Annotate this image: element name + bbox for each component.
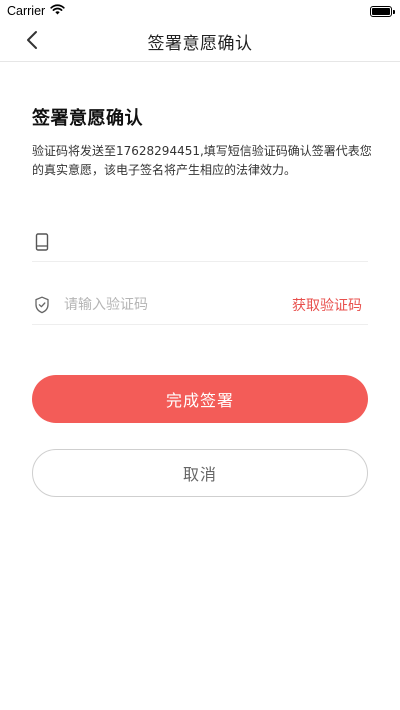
battery-icon	[370, 5, 395, 17]
status-bar: Carrier	[0, 0, 400, 22]
back-button[interactable]	[18, 28, 46, 56]
nav-title: 签署意愿确认	[147, 34, 253, 54]
chevron-left-icon	[25, 30, 39, 54]
shield-icon	[32, 295, 52, 315]
complete-signing-button[interactable]: 完成签署	[32, 375, 368, 423]
wifi-icon	[50, 4, 65, 18]
navigation-bar: 签署意愿确认	[0, 22, 400, 62]
phone-input[interactable]	[64, 233, 368, 250]
page-heading: 签署意愿确认	[32, 108, 143, 129]
cancel-button[interactable]: 取消	[32, 449, 368, 497]
carrier-label: Carrier	[7, 4, 46, 18]
phone-field-row	[32, 222, 368, 262]
get-code-button[interactable]: 获取验证码	[292, 295, 362, 315]
status-left: Carrier	[7, 4, 65, 18]
description-text: 验证码将发送至17628294451,填写短信验证码确认签署代表您的真实意愿，该…	[32, 144, 372, 177]
verification-code-input[interactable]	[64, 296, 292, 313]
signature-confirm-screen: Carrier 签署意愿确认 签署意愿确认 验证码将发送至17628294451…	[0, 0, 400, 710]
code-field-row: 获取验证码	[32, 285, 368, 325]
phone-icon	[32, 232, 52, 252]
battery-level	[372, 7, 390, 15]
